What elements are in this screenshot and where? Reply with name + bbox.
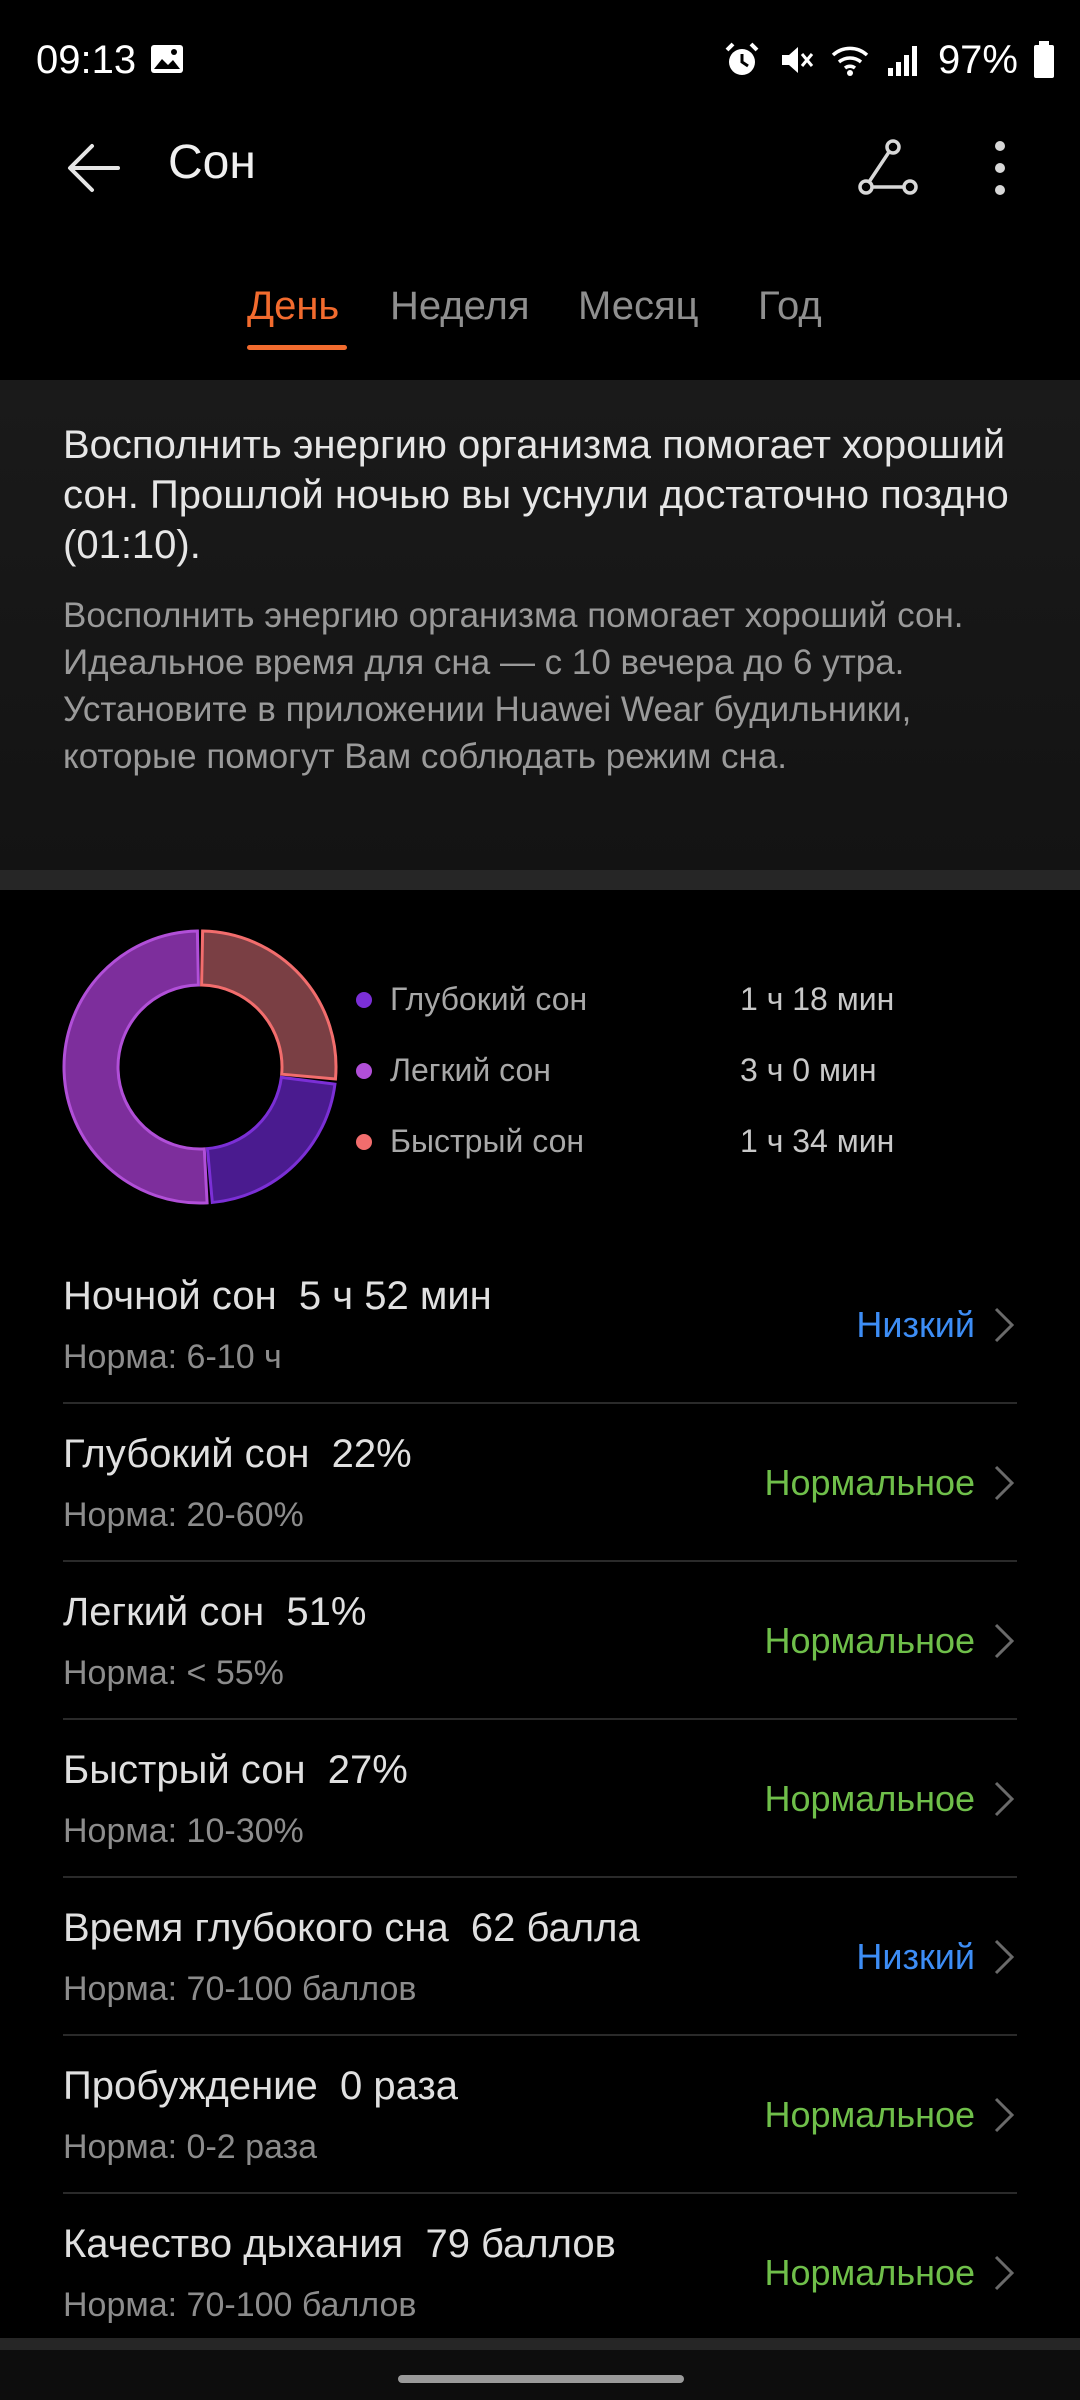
wifi-icon bbox=[831, 46, 869, 76]
active-tab-indicator bbox=[247, 345, 347, 350]
sleep-advice-card: Восполнить энергию организма помогает хо… bbox=[0, 380, 1080, 870]
metric-status: Низкий bbox=[856, 1304, 975, 1345]
share-icon bbox=[858, 139, 918, 195]
status-time: 09:13 bbox=[36, 38, 137, 82]
metric-norm: Норма: 70-100 баллов bbox=[63, 1970, 417, 2008]
metric-row-breathing-quality[interactable]: Качество дыхания 79 баллов Норма: 70-100… bbox=[63, 2194, 1017, 2350]
metric-title: Легкий сон 51% bbox=[63, 1590, 367, 1634]
battery-percent: 97% bbox=[937, 37, 1018, 82]
metric-row-deep-sleep[interactable]: Глубокий сон 22% Норма: 20-60% Нормально… bbox=[63, 1404, 1017, 1562]
bottom-divider bbox=[0, 2338, 1080, 2400]
status-bar: 09:13 97% bbox=[0, 0, 1080, 120]
metric-norm: Норма: 10-30% bbox=[63, 1812, 304, 1850]
share-button[interactable] bbox=[848, 128, 928, 208]
chevron-right-icon bbox=[994, 2255, 1015, 2291]
metric-title: Глубокий сон 22% bbox=[63, 1432, 412, 1476]
alarm-icon bbox=[725, 42, 759, 75]
chevron-right-icon bbox=[994, 1781, 1015, 1817]
metric-title: Качество дыхания 79 баллов bbox=[63, 2222, 616, 2266]
legend-value: 3 ч 0 мин bbox=[740, 1052, 877, 1088]
chevron-right-icon bbox=[994, 1623, 1015, 1659]
metric-status: Нормальное bbox=[764, 1778, 976, 1819]
metric-norm: Норма: 6-10 ч bbox=[63, 1338, 282, 1376]
tab-month[interactable]: Месяц bbox=[578, 284, 699, 329]
donut-slice-rem bbox=[200, 929, 338, 1081]
metric-title: Быстрый сон 27% bbox=[63, 1748, 408, 1792]
legend-item: Легкий сон 3 ч 0 мин bbox=[350, 1046, 1050, 1096]
legend-label: Быстрый сон bbox=[390, 1123, 585, 1159]
sleep-phases-donut-chart bbox=[62, 929, 338, 1205]
app-bar: Сон bbox=[0, 120, 1080, 290]
gesture-nav-handle[interactable] bbox=[398, 2375, 684, 2383]
more-vertical-icon bbox=[995, 141, 1005, 195]
metric-title: Время глубокого сна 62 балла bbox=[63, 1906, 640, 1950]
metric-title: Ночной сон 5 ч 52 мин bbox=[63, 1274, 492, 1318]
legend-dot bbox=[356, 992, 372, 1008]
metric-row-night-sleep[interactable]: Ночной сон 5 ч 52 мин Норма: 6-10 ч Низк… bbox=[63, 1246, 1017, 1404]
tab-week[interactable]: Неделя bbox=[390, 284, 530, 329]
tab-day[interactable]: День bbox=[247, 284, 339, 329]
metric-title: Пробуждение 0 раза bbox=[63, 2064, 458, 2108]
legend-dot bbox=[356, 1134, 372, 1150]
metric-row-rem-sleep[interactable]: Быстрый сон 27% Норма: 10-30% Нормальное bbox=[63, 1720, 1017, 1878]
signal-icon bbox=[887, 46, 917, 76]
legend-dot bbox=[356, 1063, 372, 1079]
period-tabs: День Неделя Месяц Год bbox=[0, 270, 1080, 360]
legend-value: 1 ч 34 мин bbox=[740, 1123, 895, 1159]
donut-slice-light bbox=[62, 929, 209, 1205]
battery-icon bbox=[1034, 41, 1054, 78]
sleep-metrics-list: Ночной сон 5 ч 52 мин Норма: 6-10 ч Низк… bbox=[63, 1246, 1017, 2350]
back-button[interactable] bbox=[54, 128, 134, 208]
chevron-right-icon bbox=[994, 1307, 1015, 1343]
metric-status: Нормальное bbox=[764, 2094, 976, 2135]
more-options-button[interactable] bbox=[960, 128, 1040, 208]
metric-norm: Норма: 20-60% bbox=[63, 1496, 304, 1534]
metric-norm: Норма: 70-100 баллов bbox=[63, 2286, 417, 2324]
chevron-right-icon bbox=[994, 1465, 1015, 1501]
chevron-right-icon bbox=[994, 1939, 1015, 1975]
metric-norm: Норма: 0-2 раза bbox=[63, 2128, 318, 2166]
metric-row-light-sleep[interactable]: Легкий сон 51% Норма: < 55% Нормальное bbox=[63, 1562, 1017, 1720]
metric-row-awakenings[interactable]: Пробуждение 0 раза Норма: 0-2 раза Норма… bbox=[63, 2036, 1017, 2194]
gallery-icon bbox=[151, 45, 183, 73]
legend-label: Легкий сон bbox=[390, 1052, 551, 1088]
legend-label: Глубокий сон bbox=[390, 981, 588, 1017]
mute-icon bbox=[781, 47, 814, 73]
metric-norm: Норма: < 55% bbox=[63, 1654, 284, 1692]
metric-status: Нормальное bbox=[764, 2252, 976, 2293]
page-title: Сон bbox=[168, 136, 256, 189]
tab-year[interactable]: Год bbox=[758, 284, 822, 329]
chevron-right-icon bbox=[994, 2097, 1015, 2133]
legend-item: Глубокий сон 1 ч 18 мин bbox=[350, 975, 1050, 1025]
legend-item: Быстрый сон 1 ч 34 мин bbox=[350, 1117, 1050, 1167]
section-divider bbox=[0, 870, 1080, 890]
metric-status: Низкий bbox=[856, 1936, 975, 1977]
metric-row-deep-sleep-continuity[interactable]: Время глубокого сна 62 балла Норма: 70-1… bbox=[63, 1878, 1017, 2036]
advice-body: Восполнить энергию организма помогает хо… bbox=[63, 596, 964, 776]
donut-slice-deep bbox=[205, 1075, 337, 1205]
metric-status: Нормальное bbox=[764, 1620, 976, 1661]
advice-title: Восполнить энергию организма помогает хо… bbox=[63, 423, 1009, 567]
metric-status: Нормальное bbox=[764, 1462, 976, 1503]
legend-value: 1 ч 18 мин bbox=[740, 981, 895, 1017]
status-icons: 97% bbox=[722, 36, 1056, 84]
back-arrow-icon bbox=[68, 144, 120, 192]
